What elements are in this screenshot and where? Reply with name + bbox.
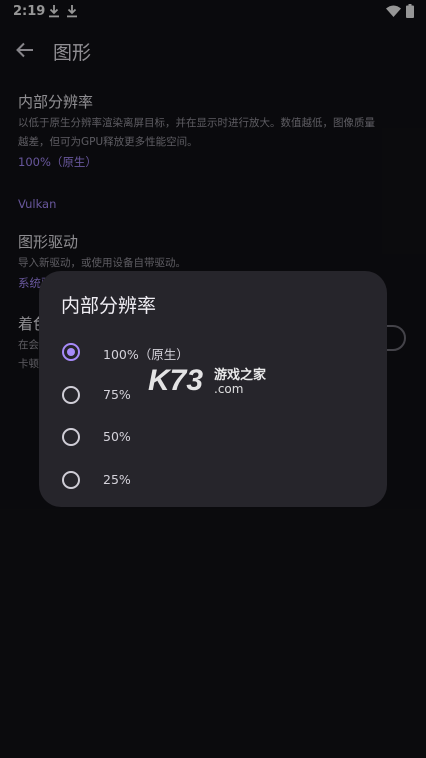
watermark-logo-text: K73 (148, 364, 203, 397)
watermark-site-text: 游戏之家 (214, 367, 267, 383)
watermark-logo: K73 游戏之家 .com (148, 364, 267, 397)
option-label: 25% (103, 472, 131, 487)
option-25[interactable]: 25% (39, 460, 387, 500)
option-50[interactable]: 50% (39, 417, 387, 457)
option-label: 50% (103, 429, 131, 444)
radio-button[interactable] (62, 428, 80, 446)
radio-button[interactable] (62, 471, 80, 489)
option-label: 75% (103, 387, 131, 402)
dialog-title: 内部分辨率 (61, 295, 157, 317)
watermark-domain-text: .com (214, 382, 243, 396)
radio-button[interactable] (62, 386, 80, 404)
radio-button-selected[interactable] (62, 343, 80, 361)
